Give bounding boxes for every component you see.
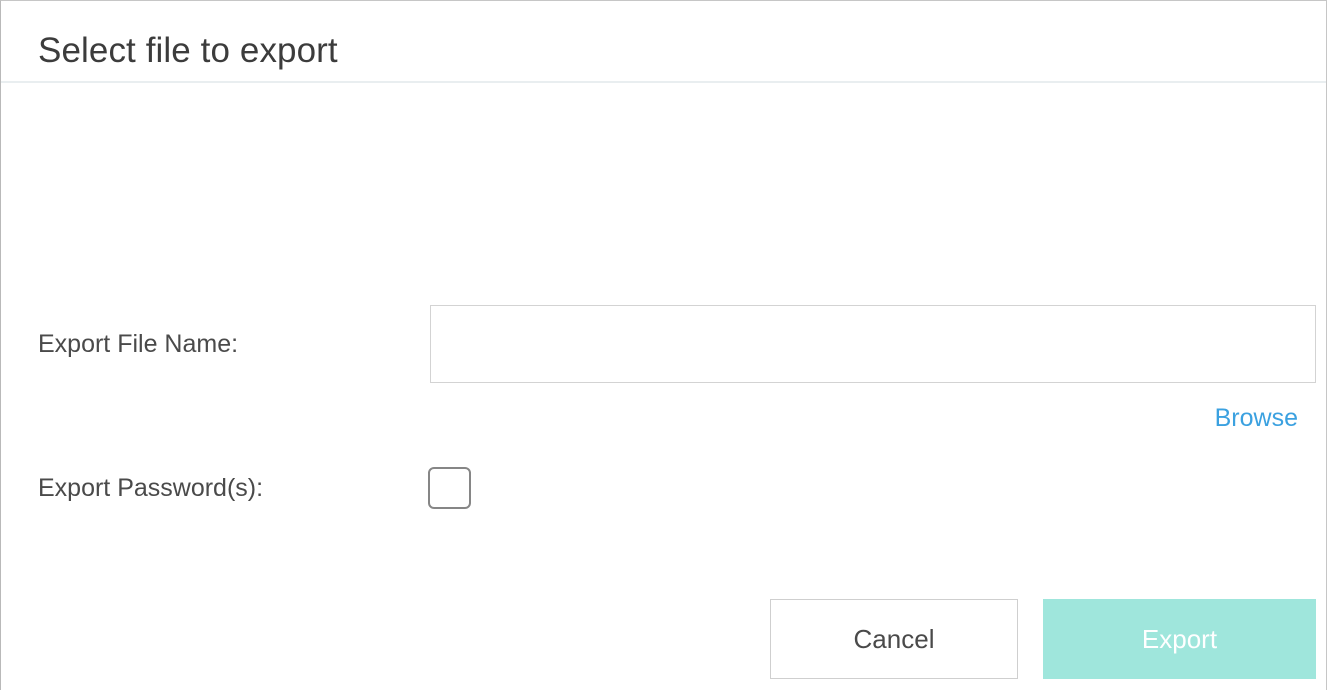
export-file-name-label: Export File Name: — [38, 330, 239, 358]
browse-link[interactable]: Browse — [1215, 404, 1298, 433]
export-button[interactable]: Export — [1043, 599, 1316, 679]
title-divider — [1, 81, 1326, 83]
export-passwords-checkbox[interactable] — [428, 467, 471, 509]
cancel-button[interactable]: Cancel — [770, 599, 1018, 679]
export-passwords-label: Export Password(s): — [38, 474, 264, 502]
export-dialog: Select file to export Export File Name: … — [0, 0, 1327, 690]
export-file-name-input[interactable] — [430, 305, 1316, 383]
dialog-title: Select file to export — [38, 31, 338, 70]
